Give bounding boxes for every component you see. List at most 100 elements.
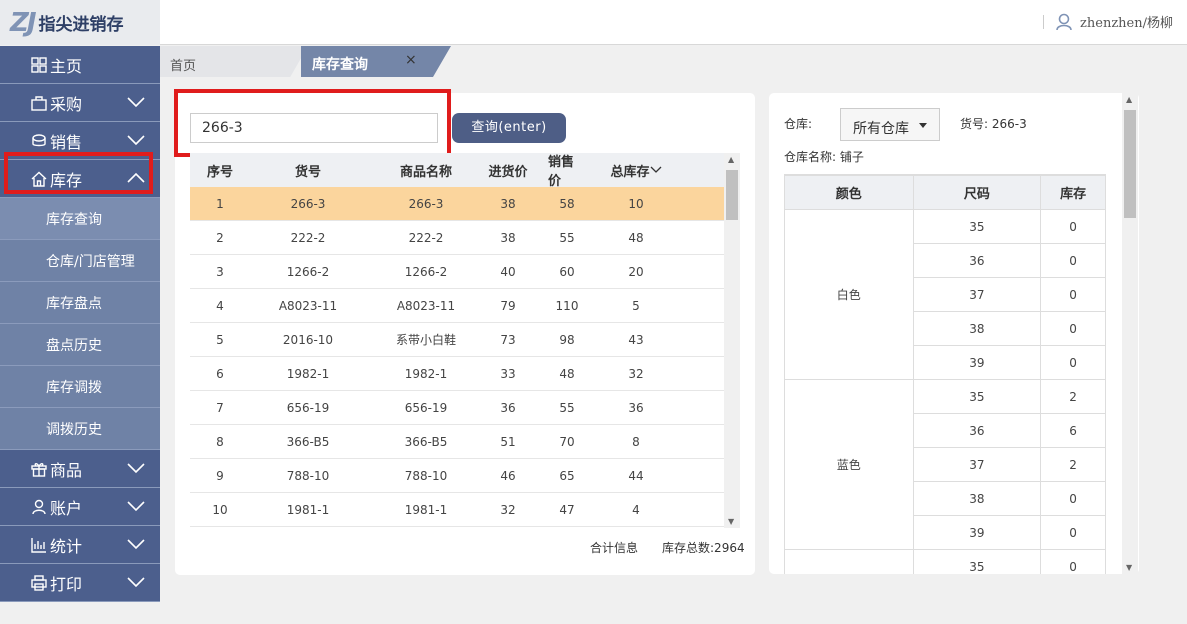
table-cell: 32: [628, 366, 644, 381]
table-row[interactable]: 8 366-B5 366-B5 51 70 8: [190, 425, 724, 459]
nav-purchase[interactable]: 采购: [0, 84, 160, 122]
sub-transfer[interactable]: 库存调拨: [0, 366, 160, 408]
col-header[interactable]: 销售价: [548, 153, 586, 189]
size-cell: 39: [912, 515, 1042, 550]
stock-cell: 2: [1040, 447, 1106, 482]
table-cell: A8023-11: [396, 298, 456, 313]
col-header-label: 总库存: [610, 164, 650, 180]
nav-stats[interactable]: 统计: [0, 526, 160, 564]
table-row[interactable]: 7 656-19 656-19 36 55 36: [190, 391, 724, 425]
warehouse-name: 仓库名称: 铺子: [784, 150, 864, 164]
chart-icon: [31, 538, 46, 553]
table-cell: 73: [500, 332, 516, 347]
table-cell: 5: [632, 298, 640, 313]
top-bar: ZJ 指尖进销存 zhenzhen/杨柳: [0, 0, 1187, 45]
table-cell: 46: [500, 468, 516, 483]
nav-home[interactable]: 主页: [0, 46, 160, 84]
scroll-down-icon[interactable]: ▼: [728, 517, 734, 526]
col-header-total[interactable]: 总库存: [586, 153, 686, 187]
sub-stocktake-history[interactable]: 盘点历史: [0, 324, 160, 366]
table-row[interactable]: 10 1981-1 1981-1 32 47 4: [190, 493, 724, 527]
stock-cell: 0: [1040, 209, 1106, 244]
table-cell: 60: [559, 264, 575, 279]
table-row[interactable]: 3 1266-2 1266-2 40 60 20: [190, 255, 724, 289]
col-header[interactable]: 序号: [190, 153, 250, 187]
user-menu[interactable]: zhenzhen/杨柳: [1043, 12, 1173, 31]
scroll-thumb[interactable]: [1124, 110, 1136, 218]
table-row[interactable]: 1 266-3 266-3 38 58 10: [190, 187, 724, 221]
stock-cell: 0: [1040, 515, 1106, 550]
color-cell: [784, 549, 914, 574]
table-cell: 51: [500, 434, 516, 449]
tab-home[interactable]: 首页: [160, 46, 308, 77]
sub-warehouse-mgmt[interactable]: 仓库/门店管理: [0, 240, 160, 282]
summary: 合计信息 库存总数:2964: [590, 539, 745, 556]
table-cell: 1: [216, 196, 224, 211]
warehouse-select[interactable]: 所有仓库: [840, 108, 940, 141]
nav-print[interactable]: 打印: [0, 564, 160, 602]
table-cell: 55: [559, 400, 575, 415]
table-cell: 656-19: [404, 400, 448, 415]
table-cell: 4: [216, 298, 224, 313]
chevron-down-icon: [127, 577, 145, 588]
sub-stocktake[interactable]: 库存盘点: [0, 282, 160, 324]
chevron-down-icon: [127, 501, 145, 512]
stock-table: 序号 货号 商品名称 进货价 销售价 总库存 1 266-3 266-3 38 58 10…: [190, 153, 724, 528]
close-icon[interactable]: ×: [405, 52, 417, 68]
col-header[interactable]: 进货价: [486, 153, 530, 187]
highlight-box: [4, 152, 153, 194]
nav-label: 账户: [50, 498, 83, 518]
size-cell: 37: [912, 447, 1042, 482]
nav-label: 商品: [50, 460, 83, 480]
table-cell: 9: [216, 468, 224, 483]
table-cell: 65: [559, 468, 575, 483]
table-cell: 110: [555, 298, 579, 313]
sub-transfer-history[interactable]: 调拨历史: [0, 408, 160, 450]
table-cell: 2: [216, 230, 224, 245]
table-cell: 2016-10: [282, 332, 334, 347]
size-cell: 35: [912, 379, 1042, 414]
table-cell: 33: [500, 366, 516, 381]
table-row[interactable]: 6 1982-1 1982-1 33 48 32: [190, 357, 724, 391]
scrollbar[interactable]: ▲ ▼: [724, 153, 740, 528]
table-row[interactable]: 4 A8023-11 A8023-11 79 110 5: [190, 289, 724, 323]
coin-icon: [32, 134, 46, 147]
table-row[interactable]: 5 2016-10 系带小白鞋 73 98 43: [190, 323, 724, 357]
scrollbar[interactable]: ▲ ▼: [1122, 93, 1138, 574]
scroll-down-icon[interactable]: ▼: [1126, 563, 1132, 572]
table-row[interactable]: 2 222-2 222-2 38 55 48: [190, 221, 724, 255]
col-header: 颜色: [784, 175, 914, 210]
table-cell: 10: [628, 196, 644, 211]
table-cell: 36: [500, 400, 516, 415]
scroll-up-icon[interactable]: ▲: [1126, 95, 1132, 104]
nav-account[interactable]: 账户: [0, 488, 160, 526]
col-header[interactable]: 货号: [250, 153, 366, 187]
sub-stock-query[interactable]: 库存查询: [0, 198, 160, 240]
table-cell: 48: [559, 366, 575, 381]
table-cell: 7: [216, 400, 224, 415]
table-cell: 1266-2: [286, 264, 330, 279]
table-cell: 266-3: [408, 196, 444, 211]
nav-label: 销售: [50, 132, 83, 152]
sidebar: 主页 采购 销售 库存 库存查询 仓库/门店管理 库存盘点 盘点历史 库存调拨 …: [0, 46, 160, 602]
summary-label: 合计信息: [590, 541, 639, 555]
table-cell: 788-10: [286, 468, 330, 483]
col-header[interactable]: 商品名称: [366, 153, 486, 187]
query-button[interactable]: 查询(enter): [452, 113, 566, 143]
warehouse-value: 所有仓库: [853, 121, 909, 137]
divider: [1043, 14, 1045, 29]
size-cell: 38: [912, 311, 1042, 346]
scroll-thumb[interactable]: [726, 170, 738, 220]
tab-bar: 首页 库存查询 ×: [160, 46, 1187, 77]
table-cell: 36: [628, 400, 644, 415]
table-row[interactable]: 9 788-10 788-10 46 65 44: [190, 459, 724, 493]
table-cell: 6: [216, 366, 224, 381]
size-cell: 38: [912, 481, 1042, 516]
scroll-up-icon[interactable]: ▲: [728, 155, 734, 164]
table-cell: 55: [559, 230, 575, 245]
nav-goods[interactable]: 商品: [0, 450, 160, 488]
highlight-box: [174, 89, 451, 157]
table-cell: 3: [216, 264, 224, 279]
tab-stock-query[interactable]: 库存查询 ×: [301, 46, 451, 77]
nav-label: 采购: [50, 94, 83, 114]
